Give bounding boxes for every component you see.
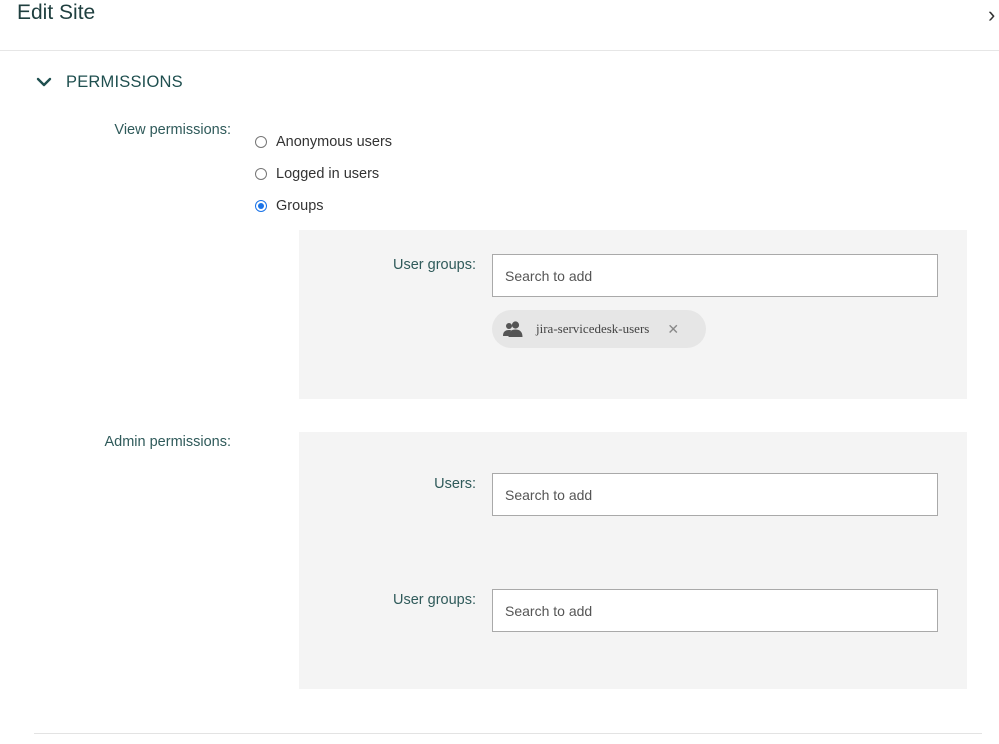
section-title: PERMISSIONS	[66, 72, 183, 91]
radio-label: Logged in users	[276, 166, 380, 182]
admin-permissions-panel	[299, 432, 967, 689]
admin-user-groups-search-input[interactable]	[492, 589, 938, 632]
admin-users-label: Users:	[434, 476, 476, 492]
close-icon[interactable]: ›	[988, 2, 995, 28]
view-user-groups-search-input[interactable]	[492, 254, 938, 297]
radio-button-checked[interactable]	[255, 200, 267, 212]
user-group-icon	[503, 321, 523, 337]
admin-user-groups-label: User groups:	[392, 592, 476, 608]
admin-users-search-input[interactable]	[492, 473, 938, 516]
view-permissions-label: View permissions:	[114, 122, 231, 138]
dialog-title: Edit Site	[17, 1, 96, 24]
radio-label: Anonymous users	[276, 134, 393, 150]
radio-button[interactable]	[255, 168, 267, 180]
radio-anonymous-users[interactable]: Anonymous users	[255, 134, 392, 150]
permissions-section-toggle[interactable]: PERMISSIONS	[36, 69, 183, 95]
radio-groups[interactable]: Groups	[255, 198, 324, 214]
radio-label: Groups	[276, 198, 324, 214]
dialog-header: Edit Site ›	[0, 0, 999, 51]
group-chip: jira-servicedesk-users ✕	[492, 310, 706, 348]
admin-permissions-label: Admin permissions:	[104, 434, 231, 450]
chevron-down-icon	[36, 77, 52, 87]
remove-chip-icon[interactable]: ✕	[667, 321, 679, 338]
section-divider	[34, 733, 982, 734]
radio-button[interactable]	[255, 136, 267, 148]
view-user-groups-label: User groups:	[392, 257, 476, 273]
radio-logged-in-users[interactable]: Logged in users	[255, 166, 379, 182]
group-chip-label: jira-servicedesk-users	[536, 321, 650, 336]
